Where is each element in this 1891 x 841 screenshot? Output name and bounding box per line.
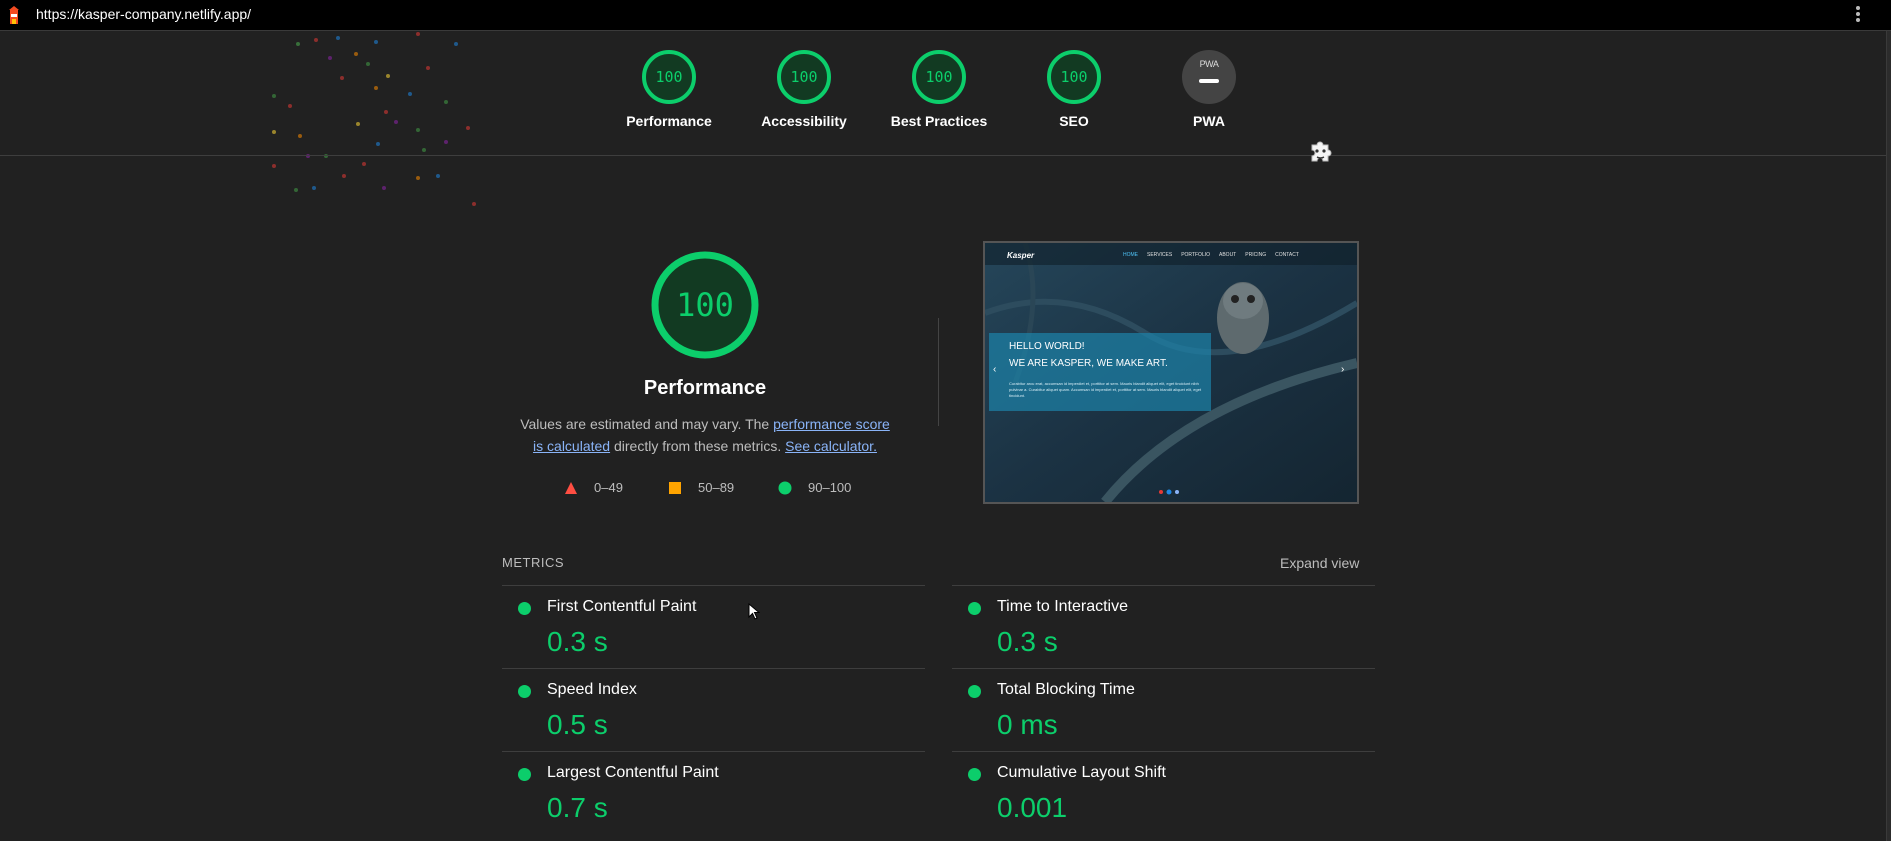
more-options-icon[interactable]	[1851, 5, 1865, 25]
pwa-badge-icon[interactable]: PWA	[1182, 50, 1236, 104]
score-ring-icon: 100	[912, 50, 966, 104]
green-circle-icon	[778, 481, 792, 495]
metric-name: Largest Contentful Paint	[547, 764, 719, 781]
gauge-label: PWA	[1193, 113, 1225, 129]
site-brand: Kasper	[1007, 251, 1035, 260]
score-ring-icon: 100	[777, 50, 831, 104]
metric-name: Time to Interactive	[997, 598, 1129, 615]
metric-name: Total Blocking Time	[997, 681, 1135, 698]
scrollbar[interactable]	[1886, 31, 1891, 841]
metric-value: 0.3 s	[997, 626, 1058, 657]
metric-name: Cumulative Layout Shift	[997, 764, 1166, 781]
metric-value: 0.001	[997, 792, 1068, 823]
metrics-heading: METRICS	[502, 555, 564, 570]
site-nav-item: SERVICES	[1147, 252, 1173, 258]
site-nav-item: ABOUT	[1219, 252, 1237, 258]
pwa-dash-icon	[1199, 79, 1219, 83]
metric-largest-contentful-paint: Largest Contentful Paint 0.7 s	[502, 751, 925, 834]
green-circle-icon	[518, 768, 531, 781]
lighthouse-report: https://kasper-company.netlify.app/ 100 …	[0, 0, 1891, 841]
metric-total-blocking-time: Total Blocking Time 0 ms	[952, 668, 1375, 751]
legend-average-range: 50–89	[698, 480, 735, 495]
green-circle-icon	[518, 602, 531, 615]
metric-cumulative-layout-shift: Cumulative Layout Shift 0.001	[952, 751, 1375, 834]
gauge-accessibility[interactable]: 100 Accessibility	[749, 49, 859, 129]
gauge-performance[interactable]: 100 Performance	[614, 49, 724, 129]
metric-value: 0 ms	[997, 709, 1058, 740]
hero-body: Curabitur arcu erat, accumsan id imperdi…	[1009, 381, 1202, 398]
hero-line2: WE ARE KASPER, WE MAKE ART.	[1009, 358, 1168, 369]
gauge-label: Accessibility	[761, 113, 847, 129]
puzzle-icon	[1311, 141, 1332, 162]
see-calculator-link[interactable]: See calculator.	[785, 438, 877, 454]
gauge-seo[interactable]: 100 SEO	[1019, 49, 1129, 129]
site-nav: HOME SERVICES PORTFOLIO ABOUT PRICING CO…	[1123, 252, 1299, 258]
gauge-score: 100	[790, 68, 817, 86]
gauge-label: Best Practices	[890, 113, 988, 129]
orange-square-icon	[669, 482, 681, 494]
metric-speed-index: Speed Index 0.5 s	[502, 668, 925, 751]
pwa-badge-text: PWA	[1199, 59, 1219, 69]
performance-description: Values are estimated and may vary. The p…	[515, 413, 895, 457]
green-circle-icon	[968, 685, 981, 698]
chevron-right-icon: ›	[1341, 364, 1345, 375]
gauge-best-practices[interactable]: 100 Best Practices	[884, 49, 994, 129]
green-circle-icon	[968, 602, 981, 615]
site-nav-item: PORTFOLIO	[1181, 252, 1211, 258]
hero-box: HELLO WORLD! WE ARE KASPER, WE MAKE ART.…	[989, 333, 1211, 411]
divider	[938, 318, 939, 426]
mouse-cursor-icon	[748, 603, 760, 620]
performance-score-ring-icon: 100	[651, 251, 759, 359]
gauge-label: Performance	[626, 113, 712, 129]
metric-value: 0.5 s	[547, 709, 608, 740]
score-summary: 100 Performance 100 Accessibility 100 Be…	[0, 31, 1886, 156]
final-screenshot[interactable]: Kasper HOME SERVICES PORTFOLIO ABOUT PRI…	[983, 241, 1359, 504]
performance-score: 100	[676, 286, 734, 324]
address-bar: https://kasper-company.netlify.app/	[0, 0, 1891, 31]
desc-text: directly from these metrics.	[610, 438, 786, 454]
metric-name: Speed Index	[547, 681, 637, 698]
metric-value: 0.7 s	[547, 792, 608, 823]
metric-name: First Contentful Paint	[547, 598, 697, 615]
chevron-left-icon: ‹	[993, 364, 997, 375]
url-text[interactable]: https://kasper-company.netlify.app/	[36, 6, 251, 22]
red-triangle-icon	[565, 482, 577, 494]
metric-time-to-interactive: Time to Interactive 0.3 s	[952, 585, 1375, 668]
gauge-label: SEO	[1059, 113, 1089, 129]
legend-fail-range: 0–49	[594, 480, 623, 495]
legend-pass-range: 90–100	[808, 480, 852, 495]
green-circle-icon	[968, 768, 981, 781]
hero-line1: HELLO WORLD!	[1009, 341, 1085, 352]
metric-first-contentful-paint: First Contentful Paint 0.3 s	[502, 585, 925, 668]
performance-title: Performance	[643, 377, 767, 399]
desc-text: Values are estimated and may vary. The	[520, 416, 774, 432]
green-circle-icon	[518, 685, 531, 698]
gauge-score: 100	[925, 68, 952, 86]
score-legend: 0–49 50–89 90–100	[564, 480, 864, 498]
expand-view-button[interactable]: Expand view	[1280, 555, 1359, 571]
lighthouse-icon	[9, 6, 19, 24]
score-ring-icon: 100	[1047, 50, 1101, 104]
site-nav-item: CONTACT	[1275, 252, 1299, 258]
metric-value: 0.3 s	[547, 626, 608, 657]
gauge-score: 100	[1060, 68, 1087, 86]
score-ring-icon: 100	[642, 50, 696, 104]
site-nav-item: PRICING	[1245, 252, 1267, 258]
gauge-score: 100	[655, 68, 682, 86]
site-nav-item: HOME	[1123, 252, 1138, 258]
